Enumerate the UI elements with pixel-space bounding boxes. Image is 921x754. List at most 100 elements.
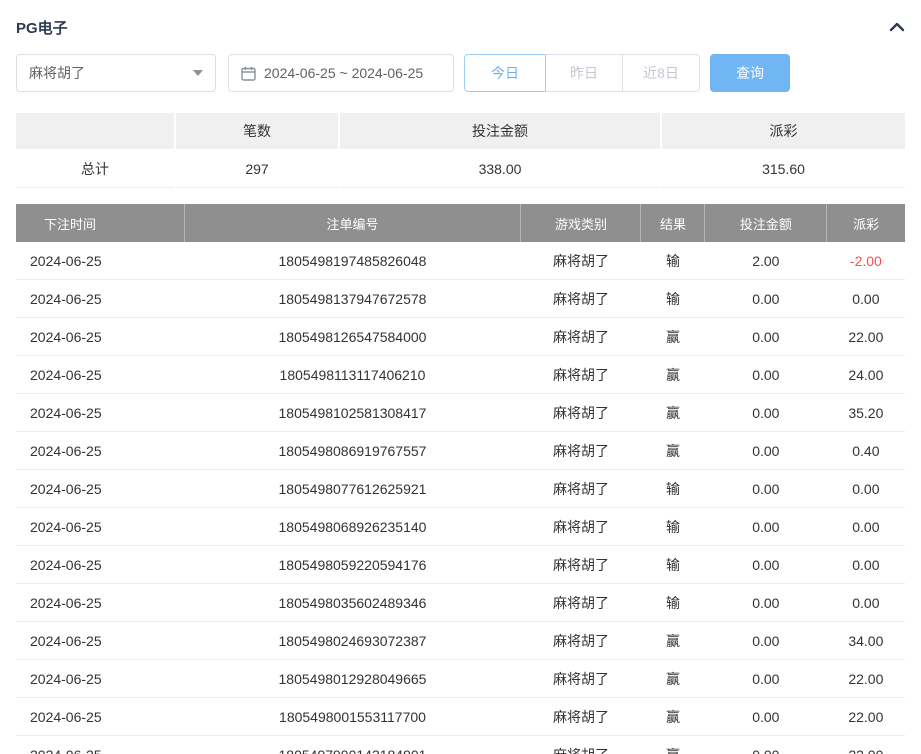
cell-bet-time: 2024-06-25 [16,584,184,622]
filter-bar: 麻将胡了 2024-06-25 ~ 2024-06-25 今日 昨日 近8日 查… [16,54,905,92]
cell-payout: 22.00 [827,736,905,754]
cell-game-type: 麻将胡了 [521,242,641,280]
cell-bet-amount: 0.00 [705,698,827,736]
cell-game-type: 麻将胡了 [521,280,641,318]
cell-bet-time: 2024-06-25 [16,318,184,356]
cell-game-type: 麻将胡了 [521,622,641,660]
cell-game-type: 麻将胡了 [521,432,641,470]
search-button[interactable]: 查询 [710,54,790,92]
cell-bet-time: 2024-06-25 [16,394,184,432]
header-bet-time: 下注时间 [16,204,184,242]
cell-bet-time: 2024-06-25 [16,698,184,736]
header-result: 结果 [641,204,705,242]
cell-payout: 22.00 [827,698,905,736]
cell-payout: 0.00 [827,470,905,508]
summary-header-empty [16,113,174,149]
cell-result: 赢 [641,660,705,698]
cell-bet-amount: 0.00 [705,356,827,394]
cell-result: 赢 [641,318,705,356]
last-8-days-button[interactable]: 近8日 [622,54,700,92]
summary-bet-amount-value: 338.00 [340,151,660,188]
summary-count-value: 297 [176,151,338,188]
summary-header-bet-amount: 投注金额 [340,113,660,149]
cell-bet-amount: 0.00 [705,470,827,508]
calendar-icon [241,66,256,81]
table-row: 2024-06-251805498012928049665麻将胡了赢0.0022… [16,660,905,698]
summary-header-payout: 派彩 [662,113,905,149]
table-row: 2024-06-251805498059220594176麻将胡了输0.000.… [16,546,905,584]
cell-game-type: 麻将胡了 [521,318,641,356]
yesterday-button[interactable]: 昨日 [545,54,623,92]
cell-bet-id: 1805498012928049665 [184,660,521,698]
cell-payout: 35.20 [827,394,905,432]
cell-bet-id: 1805497990143184901 [184,736,521,754]
cell-bet-amount: 0.00 [705,622,827,660]
today-button[interactable]: 今日 [464,54,546,92]
cell-bet-id: 1805498126547584000 [184,318,521,356]
cell-bet-time: 2024-06-25 [16,660,184,698]
table-row: 2024-06-251805498035602489346麻将胡了输0.000.… [16,584,905,622]
cell-bet-amount: 2.00 [705,242,827,280]
header-bet-amount: 投注金额 [705,204,827,242]
cell-bet-id: 1805498086919767557 [184,432,521,470]
table-row: 2024-06-251805498102581308417麻将胡了赢0.0035… [16,394,905,432]
cell-payout: 22.00 [827,318,905,356]
cell-payout: 0.00 [827,584,905,622]
cell-bet-id: 1805498102581308417 [184,394,521,432]
cell-result: 输 [641,280,705,318]
cell-game-type: 麻将胡了 [521,660,641,698]
cell-bet-id: 1805498113117406210 [184,356,521,394]
cell-game-type: 麻将胡了 [521,356,641,394]
page-title: PG电子 [16,17,68,38]
table-row: 2024-06-251805498068926235140麻将胡了输0.000.… [16,508,905,546]
table-row: 2024-06-251805498077612625921麻将胡了输0.000.… [16,470,905,508]
cell-game-type: 麻将胡了 [521,470,641,508]
cell-bet-id: 1805498077612625921 [184,470,521,508]
cell-bet-time: 2024-06-25 [16,622,184,660]
cell-game-type: 麻将胡了 [521,736,641,754]
cell-bet-amount: 0.00 [705,394,827,432]
cell-game-type: 麻将胡了 [521,546,641,584]
cell-game-type: 麻将胡了 [521,508,641,546]
cell-result: 赢 [641,698,705,736]
table-row: 2024-06-251805498113117406210麻将胡了赢0.0024… [16,356,905,394]
collapse-chevron-icon[interactable] [889,22,905,32]
cell-bet-amount: 0.00 [705,318,827,356]
cell-bet-time: 2024-06-25 [16,736,184,754]
cell-result: 赢 [641,432,705,470]
chevron-down-icon [193,70,203,76]
cell-bet-amount: 0.00 [705,584,827,622]
summary-header-count: 笔数 [176,113,338,149]
cell-payout: -2.00 [827,242,905,280]
cell-result: 赢 [641,622,705,660]
cell-bet-id: 1805498001553117700 [184,698,521,736]
cell-bet-id: 1805498035602489346 [184,584,521,622]
cell-bet-id: 1805498137947672578 [184,280,521,318]
cell-bet-time: 2024-06-25 [16,432,184,470]
game-select[interactable]: 麻将胡了 [16,54,216,92]
date-range-value: 2024-06-25 ~ 2024-06-25 [264,65,423,81]
cell-game-type: 麻将胡了 [521,394,641,432]
report-panel: PG电子 麻将胡了 2024-06-25 ~ 2024-06-25 今日 昨日 … [0,0,921,754]
date-range-picker[interactable]: 2024-06-25 ~ 2024-06-25 [228,54,454,92]
table-row: 2024-06-251805498086919767557麻将胡了赢0.000.… [16,432,905,470]
cell-bet-time: 2024-06-25 [16,356,184,394]
cell-result: 赢 [641,394,705,432]
panel-header: PG电子 [16,0,905,42]
cell-bet-time: 2024-06-25 [16,508,184,546]
cell-bet-time: 2024-06-25 [16,546,184,584]
cell-bet-amount: 0.00 [705,660,827,698]
bet-records-table: 下注时间 注单编号 游戏类别 结果 投注金额 派彩 2024-06-251805… [16,204,905,754]
summary-table: 笔数 投注金额 派彩 总计 297 338.00 315.60 [16,113,905,188]
header-payout: 派彩 [827,204,905,242]
cell-bet-id: 1805498197485826048 [184,242,521,280]
cell-result: 赢 [641,356,705,394]
cell-bet-amount: 0.00 [705,432,827,470]
cell-result: 输 [641,546,705,584]
cell-payout: 0.00 [827,508,905,546]
cell-result: 输 [641,242,705,280]
cell-bet-id: 1805498068926235140 [184,508,521,546]
header-game-type: 游戏类别 [521,204,641,242]
table-row: 2024-06-251805497990143184901麻将胡了赢0.0022… [16,736,905,754]
cell-bet-amount: 0.00 [705,280,827,318]
